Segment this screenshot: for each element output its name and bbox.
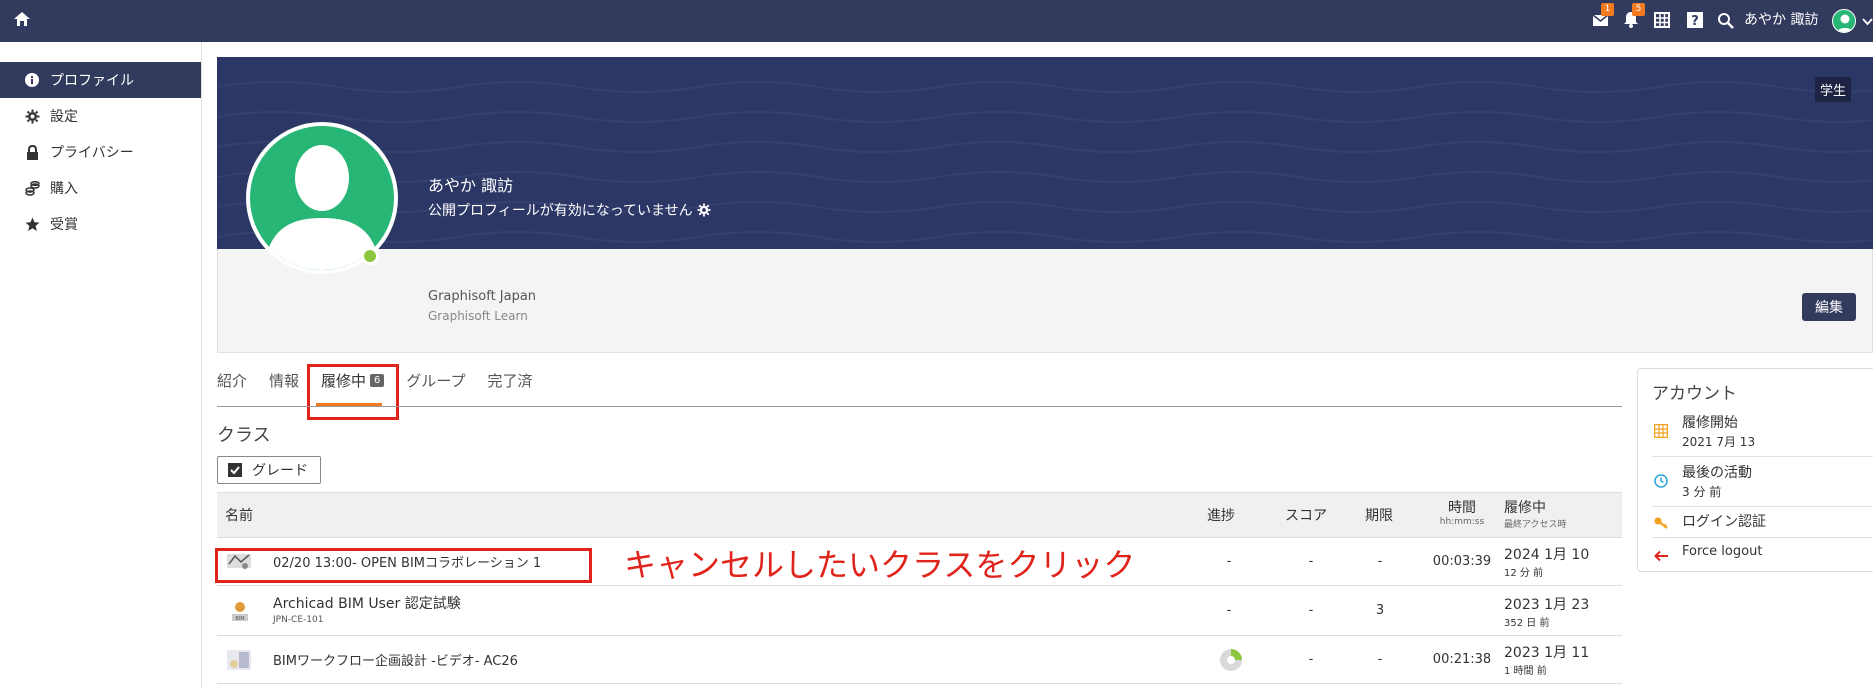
top-navigation-bar: 1 5 ? あやか 諏訪 xyxy=(0,0,1873,42)
edit-button[interactable]: 編集 xyxy=(1802,293,1856,321)
sidebar-item-label: 設定 xyxy=(50,109,78,125)
mail-badge: 1 xyxy=(1601,3,1614,16)
class-title[interactable]: BIMワークフロー企画設計 -ビデオ- AC26 xyxy=(273,636,518,683)
table-row[interactable]: BIMワークフロー企画設計 -ビデオ- AC26 - - 00:21:38 20… xyxy=(217,636,1622,684)
sidebar-item-label: 受賞 xyxy=(50,217,78,233)
last-activity-value: 3 分 前 xyxy=(1682,485,1722,499)
class-thumbnail xyxy=(225,646,253,674)
coins-icon xyxy=(24,180,40,196)
public-profile-status: 公開プロフィールが有効になっていません xyxy=(428,200,711,220)
user-avatar-icon[interactable] xyxy=(1832,9,1856,33)
org-subtitle: Graphisoft Learn xyxy=(428,309,528,323)
bell-badge: 5 xyxy=(1632,3,1645,16)
tab-intro[interactable]: 紹介 xyxy=(217,370,247,391)
col-deadline[interactable]: 期限 xyxy=(1365,493,1393,537)
class-code: JPN-CE-101 xyxy=(273,615,324,625)
role-badge: 学生 xyxy=(1815,77,1852,102)
last-access: 2023 1月 23 352 日 前 xyxy=(1504,597,1590,629)
divider xyxy=(1652,537,1873,538)
profile-details: Graphisoft Japan Graphisoft Learn 編集 xyxy=(217,249,1873,353)
sidebar-item-settings[interactable]: 設定 xyxy=(0,98,201,134)
enrollment-start-label: 履修開始 xyxy=(1682,415,1738,431)
col-name[interactable]: 名前 xyxy=(225,493,253,537)
banner-wave-pattern xyxy=(217,81,1873,243)
info-icon xyxy=(24,72,40,88)
key-icon xyxy=(1654,515,1669,534)
annotation-text: キャンセルしたいクラスをクリック xyxy=(624,546,1136,584)
arrow-left-icon xyxy=(1654,547,1669,566)
account-title: アカウント xyxy=(1652,384,1737,404)
gear-icon xyxy=(24,108,40,124)
tab-highlight-box xyxy=(307,364,399,420)
home-icon[interactable] xyxy=(13,10,31,33)
sidebar-item-label: プロファイル xyxy=(50,73,134,89)
force-logout-link[interactable]: Force logout xyxy=(1682,544,1873,559)
star-icon xyxy=(24,216,40,232)
lock-icon xyxy=(24,144,40,160)
class-thumbnail: BIM xyxy=(227,598,253,624)
help-icon[interactable]: ? xyxy=(1687,12,1703,33)
account-panel: アカウント 履修開始 2021 7月 13 最後の活動 3 分 前 ログイン認証… xyxy=(1637,368,1873,572)
progress-value: - xyxy=(1226,554,1232,569)
col-score[interactable]: スコア xyxy=(1285,493,1327,537)
grade-button[interactable]: グレード xyxy=(217,456,321,484)
sidebar-item-purchases[interactable]: 購入 xyxy=(0,170,201,206)
classes-table: 名前 進捗 スコア 期限 時間 hh:mm:ss 履修中 最終アクセス時 02/… xyxy=(217,492,1622,684)
gear-icon[interactable] xyxy=(697,203,711,217)
last-access: 2023 1月 11 1 時間 前 xyxy=(1504,645,1590,677)
sidebar-divider xyxy=(201,42,202,689)
enrollment-start-value: 2021 7月 13 xyxy=(1682,435,1756,449)
time-value: 00:03:39 xyxy=(1432,554,1492,569)
score-value: - xyxy=(1308,652,1314,667)
online-status-dot xyxy=(361,247,379,265)
search-icon[interactable] xyxy=(1717,12,1734,34)
sidebar-item-privacy[interactable]: プライバシー xyxy=(0,134,201,170)
table-row[interactable]: BIM Archicad BIM User 認定試験 JPN-CE-101 - … xyxy=(217,586,1622,636)
score-value: - xyxy=(1308,603,1314,618)
table-header: 名前 進捗 スコア 期限 時間 hh:mm:ss 履修中 最終アクセス時 xyxy=(217,492,1622,538)
last-access: 2024 1月 10 12 分 前 xyxy=(1504,547,1590,579)
deadline-value: - xyxy=(1377,554,1383,569)
section-title: クラス xyxy=(217,425,271,446)
deadline-value: 3 xyxy=(1375,603,1385,618)
sidebar-item-label: 購入 xyxy=(50,181,78,197)
chevron-down-icon[interactable] xyxy=(1862,12,1873,32)
divider xyxy=(1652,456,1873,457)
sidebar-item-profile[interactable]: プロファイル xyxy=(0,62,201,98)
divider xyxy=(1652,506,1873,507)
svg-text:?: ? xyxy=(1691,14,1699,28)
tab-groups[interactable]: グループ xyxy=(406,370,465,391)
time-value: 00:21:38 xyxy=(1432,652,1492,667)
row-highlight-box xyxy=(215,548,592,583)
progress-pie-icon xyxy=(1219,648,1243,676)
time-value xyxy=(1422,586,1502,635)
profile-banner: 学生 あやか 諏訪 公開プロフィールが有効になっていません xyxy=(217,57,1873,249)
tab-completed[interactable]: 完了済 xyxy=(488,370,533,391)
progress-value: - xyxy=(1226,603,1232,618)
score-value: - xyxy=(1308,554,1314,569)
profile-name: あやか 諏訪 xyxy=(428,176,514,195)
calendar-grid-icon[interactable] xyxy=(1654,12,1670,33)
sidebar-item-awards[interactable]: 受賞 xyxy=(0,206,201,242)
sidebar: プロファイル 設定 プライバシー 購入 受賞 xyxy=(0,62,201,242)
clock-icon xyxy=(1654,473,1668,492)
last-activity-label: 最後の活動 xyxy=(1682,465,1752,481)
class-title[interactable]: Archicad BIM User 認定試験 xyxy=(273,593,461,613)
tab-divider xyxy=(217,406,1622,407)
checkbox-checked-icon xyxy=(228,463,242,477)
deadline-value: - xyxy=(1377,652,1383,667)
svg-text:BIM: BIM xyxy=(235,616,244,622)
calendar-icon xyxy=(1653,423,1669,442)
col-progress[interactable]: 進捗 xyxy=(1207,493,1235,537)
org-name: Graphisoft Japan xyxy=(428,289,537,304)
col-status[interactable]: 履修中 最終アクセス時 xyxy=(1504,497,1567,530)
sidebar-item-label: プライバシー xyxy=(50,145,134,161)
col-time[interactable]: 時間 hh:mm:ss xyxy=(1422,497,1502,527)
login-auth-link[interactable]: ログイン認証 xyxy=(1682,511,1873,531)
tab-info[interactable]: 情報 xyxy=(269,370,299,391)
user-name[interactable]: あやか 諏訪 xyxy=(1744,10,1818,30)
